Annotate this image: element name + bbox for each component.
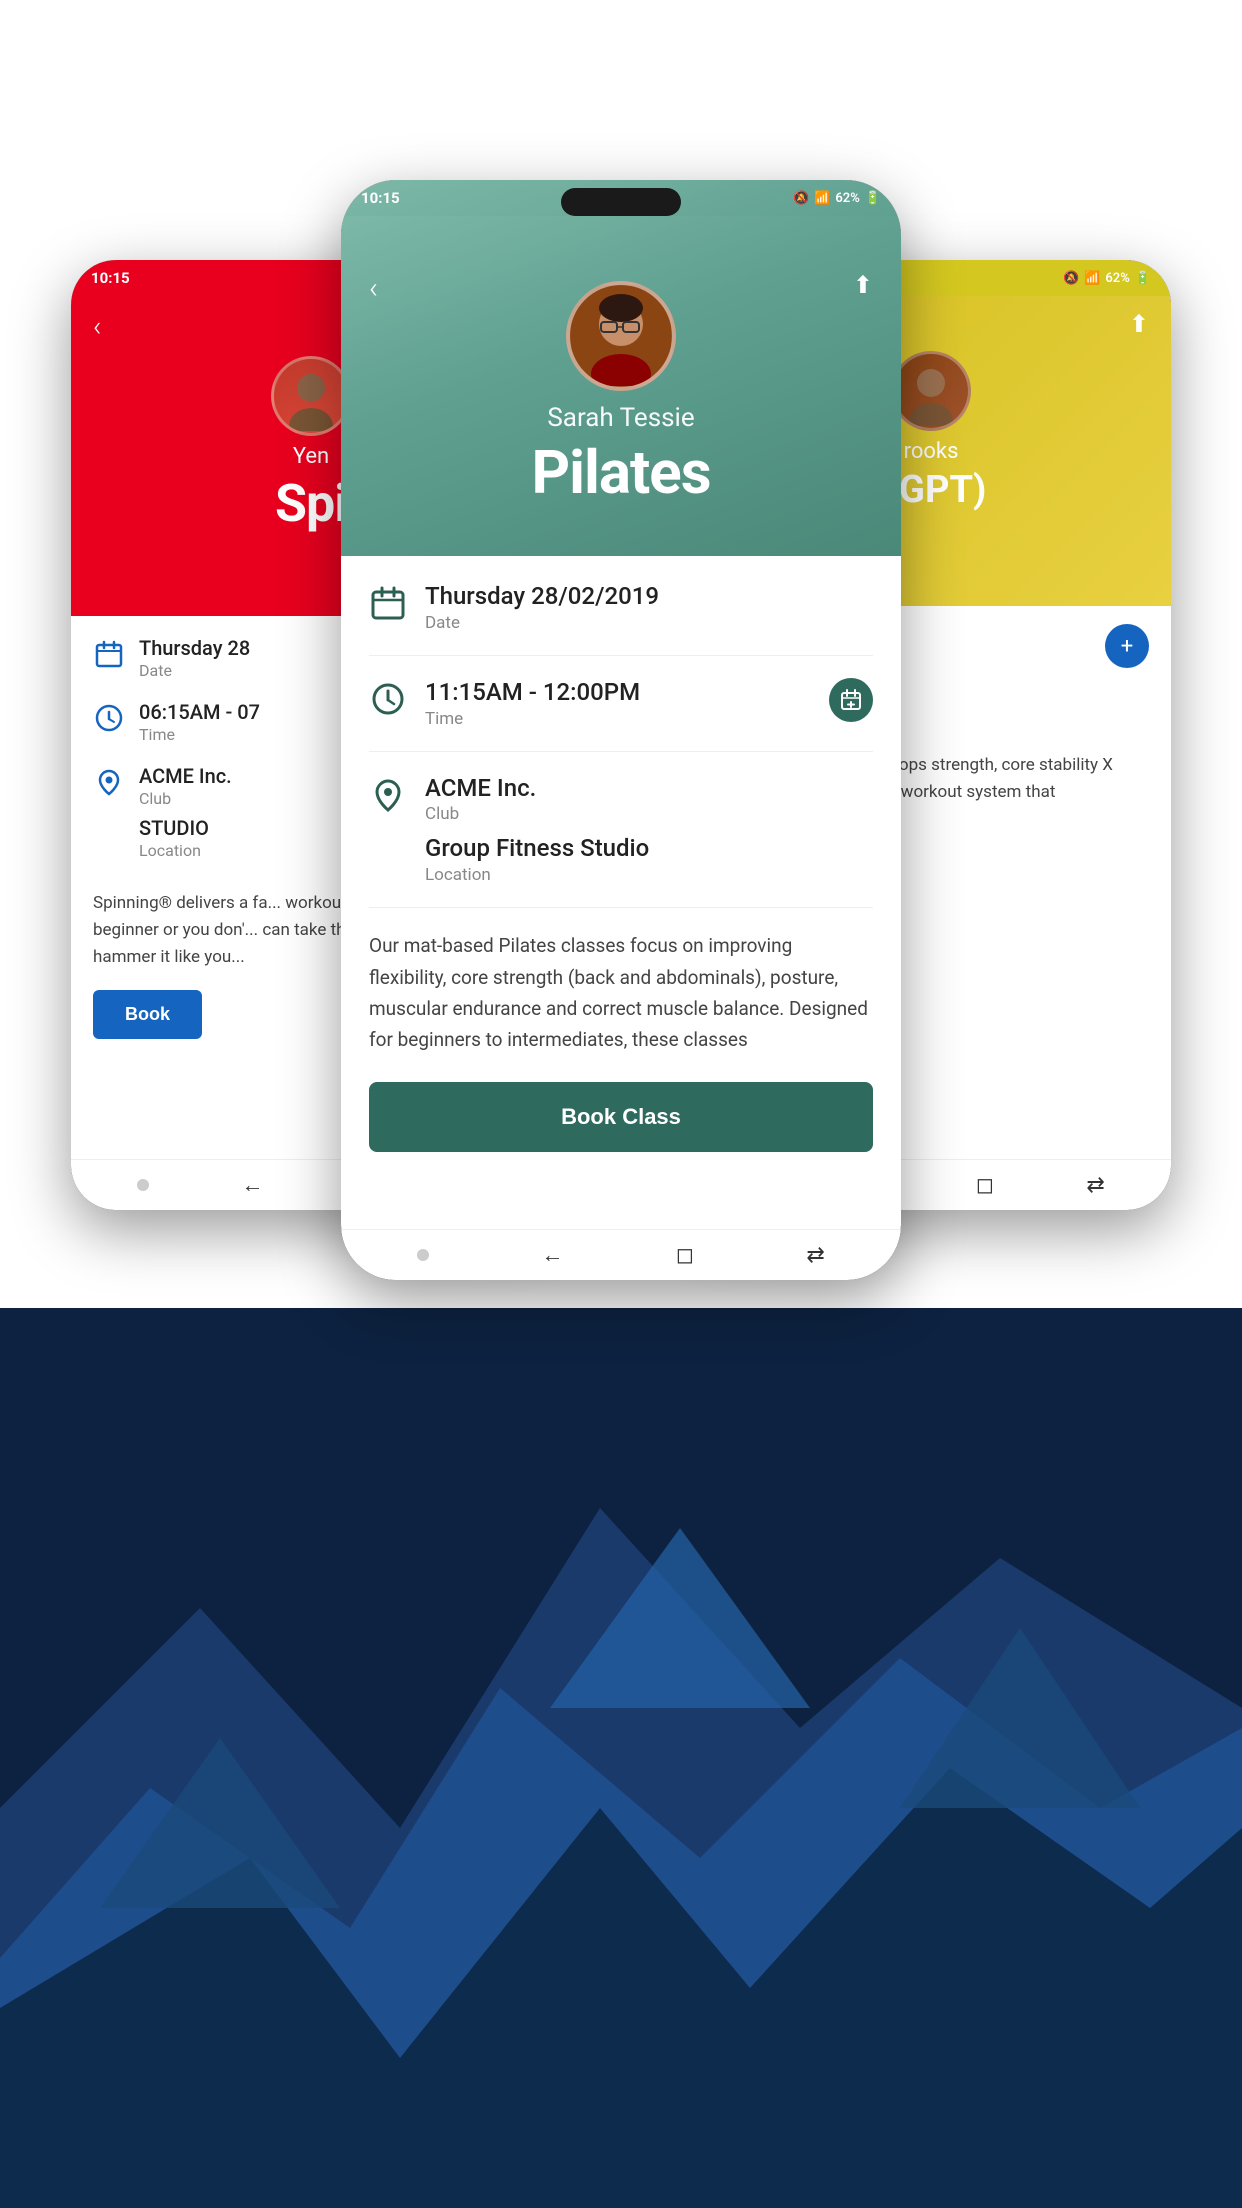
center-status-icons: 🔕 📶 62% 🔋 — [793, 191, 881, 206]
center-time-row: 11:15AM - 12:00PM Time — [369, 678, 873, 752]
right-trainer-name: rooks — [904, 439, 959, 464]
center-club-value: ACME Inc. — [425, 774, 649, 803]
center-time-value: 11:15AM - 12:00PM — [425, 678, 811, 707]
center-book-button[interactable]: Book Class — [369, 1082, 873, 1152]
center-add-to-calendar-button[interactable] — [829, 678, 873, 722]
center-trainer-avatar — [566, 281, 676, 391]
left-back-button[interactable]: ‹ — [93, 310, 101, 343]
left-date-value: Thursday 28 — [139, 636, 250, 660]
center-content: Thursday 28/02/2019 Date 11:15AM - 12:00… — [341, 556, 901, 1178]
right-nav-recent[interactable]: ⇄ — [1086, 1173, 1104, 1198]
center-back-button[interactable]: ‹ — [369, 271, 378, 306]
right-add-button[interactable]: + — [1105, 624, 1149, 668]
left-club-sub: Club — [139, 789, 232, 808]
clock-icon-left — [93, 702, 125, 734]
phone-center-screen: 10:15 🔕 📶 62% 🔋 ‹ ⬆ — [341, 180, 901, 1280]
center-nav-dot — [417, 1249, 429, 1261]
center-description: Our mat-based Pilates classes focus on i… — [369, 930, 873, 1071]
left-book-button[interactable]: Book — [93, 990, 202, 1039]
right-status-icons: 🔕 📶 62% 🔋 — [1063, 271, 1151, 286]
location-icon-left — [93, 766, 125, 798]
left-location-sub: Location — [139, 841, 232, 860]
center-location-sub: Location — [425, 865, 649, 885]
center-trainer-name: Sarah Tessie — [547, 403, 694, 433]
center-nav-bar: ← ◻ ⇄ — [341, 1229, 901, 1280]
phones-container: 10:15 🔕 📶 62% 🔋 ‹ Yen Spi — [71, 180, 1171, 1780]
left-club-value: ACME Inc. — [139, 764, 232, 788]
center-nav-back[interactable]: ← — [541, 1242, 563, 1268]
center-class-title: Pilates — [531, 437, 710, 508]
center-status-time: 10:15 — [361, 189, 400, 207]
left-date-sub: Date — [139, 661, 250, 680]
right-trainer-avatar — [891, 351, 971, 431]
right-share-button[interactable]: ⬆ — [1129, 310, 1149, 338]
center-header: ‹ ⬆ — [341, 216, 901, 556]
center-nav-recent[interactable]: ⇄ — [806, 1243, 824, 1268]
center-time-sub: Time — [425, 709, 811, 729]
left-status-time: 10:15 — [91, 269, 130, 287]
center-nav-home[interactable]: ◻ — [676, 1243, 694, 1268]
right-nav-home[interactable]: ◻ — [976, 1173, 994, 1198]
left-class-title: Spi — [275, 473, 347, 534]
center-date-sub: Date — [425, 613, 659, 633]
left-time-sub: Time — [139, 725, 260, 744]
center-date-value: Thursday 28/02/2019 — [425, 582, 659, 611]
phone-center: 10:15 🔕 📶 62% 🔋 ‹ ⬆ — [341, 180, 901, 1280]
left-time-value: 06:15AM - 07 — [139, 700, 260, 724]
center-date-row: Thursday 28/02/2019 Date — [369, 582, 873, 656]
left-location-value: STUDIO — [139, 816, 232, 840]
clock-icon-center — [369, 680, 407, 718]
center-location-value: Group Fitness Studio — [425, 834, 649, 863]
location-icon-center — [369, 776, 407, 814]
center-club-sub: Club — [425, 804, 649, 824]
center-notch — [561, 188, 681, 216]
calendar-icon — [93, 638, 125, 670]
left-trainer-name: Yen — [293, 444, 329, 469]
left-nav-dot — [137, 1179, 149, 1191]
center-location-row: ACME Inc. Club Group Fitness Studio Loca… — [369, 774, 873, 909]
left-trainer-avatar — [271, 356, 351, 436]
calendar-icon-center — [369, 584, 407, 622]
left-nav-back[interactable]: ← — [241, 1172, 263, 1198]
center-share-button[interactable]: ⬆ — [853, 271, 873, 299]
